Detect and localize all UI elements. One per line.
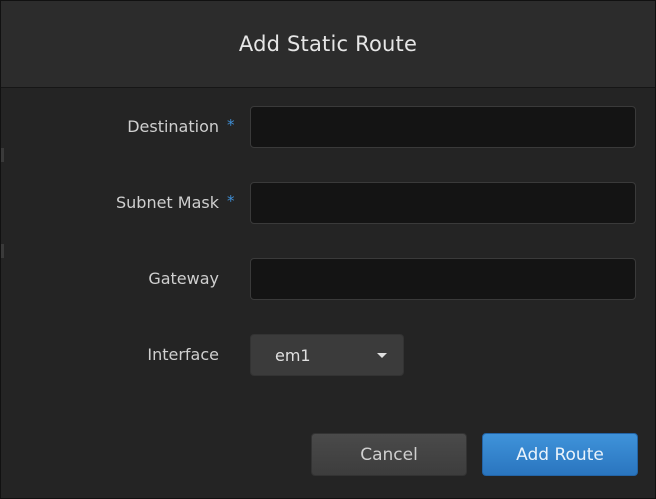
caret-down-icon: [377, 353, 387, 358]
interface-selected-value: em1: [275, 346, 311, 365]
interface-row: Interface em1: [1, 334, 656, 376]
required-indicator: *: [227, 192, 235, 210]
destination-input[interactable]: [250, 106, 636, 148]
gateway-row: Gateway: [1, 258, 656, 300]
subnet-mask-input[interactable]: [250, 182, 636, 224]
subnet-mask-label: Subnet Mask: [115, 193, 219, 212]
add-route-button[interactable]: Add Route: [482, 433, 638, 476]
subnet-mask-row: Subnet Mask *: [1, 182, 656, 224]
cancel-button[interactable]: Cancel: [311, 433, 467, 476]
dialog-title: Add Static Route: [238, 32, 418, 56]
dialog-header: Add Static Route: [1, 1, 655, 88]
edge-divider: [1, 148, 4, 162]
interface-label: Interface: [147, 345, 219, 364]
interface-select[interactable]: em1: [250, 334, 404, 376]
required-indicator: *: [227, 116, 235, 134]
gateway-label: Gateway: [148, 269, 219, 288]
destination-label: Destination: [127, 117, 219, 136]
edge-divider: [1, 244, 4, 258]
gateway-input[interactable]: [250, 258, 636, 300]
add-static-route-dialog: Add Static Route Destination * Subnet Ma…: [0, 0, 656, 499]
destination-row: Destination *: [1, 106, 656, 148]
